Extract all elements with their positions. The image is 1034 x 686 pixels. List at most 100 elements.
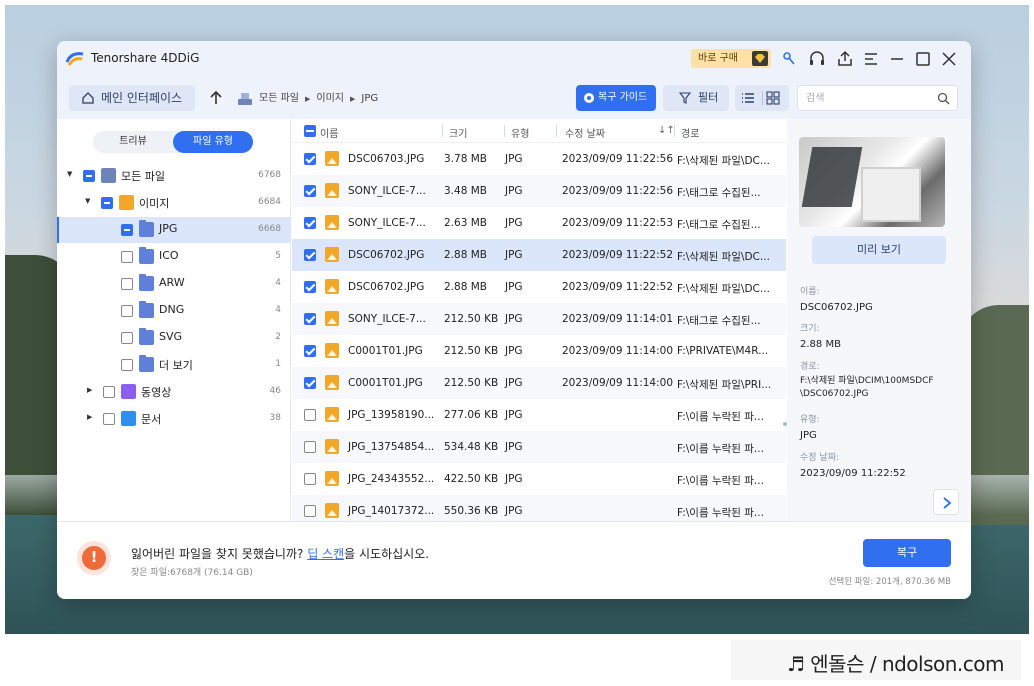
table-row[interactable]: SONY_ILCE-7... 3.48 MB JPG 2023/09/09 11:22… bbox=[292, 175, 786, 207]
buy-now-button[interactable]: 바로 구매 bbox=[691, 49, 771, 68]
table-row[interactable]: DSC06703.JPG 3.78 MB JPG 2023/09/09 11:22:5… bbox=[292, 143, 786, 175]
column-date[interactable]: 수정 날짜 bbox=[565, 125, 605, 140]
table-row[interactable]: SONY_ILCE-7... 212.50 KB JPG 2023/09/09 11:… bbox=[292, 303, 786, 335]
tree-item-label: JPG bbox=[159, 222, 178, 235]
checkbox[interactable] bbox=[121, 251, 133, 263]
row-checkbox[interactable] bbox=[304, 153, 316, 165]
file-path: F:\이름 누락된 파... bbox=[677, 475, 764, 487]
file-name: C0001T01.JPG bbox=[348, 377, 423, 389]
column-type[interactable]: 유형 bbox=[511, 125, 529, 140]
image-file-icon bbox=[325, 407, 339, 422]
next-button[interactable] bbox=[933, 489, 959, 515]
file-name: DSC06702.JPG bbox=[348, 249, 425, 261]
tree-item-documents[interactable]: ▶ 문서 38 bbox=[57, 406, 291, 432]
search-input[interactable] bbox=[806, 90, 926, 106]
column-path[interactable]: 경로 bbox=[681, 125, 699, 140]
message-prefix: 잃어버린 파일을 찾지 못했습니까? bbox=[131, 547, 308, 561]
grid-view-icon[interactable] bbox=[766, 91, 780, 105]
table-row[interactable]: JPG_14017372... 550.36 KB JPG F:\이름 누락된 파..… bbox=[292, 495, 786, 521]
file-size: 212.50 KB bbox=[444, 313, 499, 325]
search-icon[interactable] bbox=[937, 92, 950, 105]
row-checkbox[interactable] bbox=[304, 377, 316, 389]
minimize-icon[interactable] bbox=[887, 49, 907, 69]
checkbox[interactable] bbox=[121, 278, 133, 290]
recovery-guide-button[interactable]: 복구 가이드 bbox=[576, 85, 656, 111]
table-row[interactable]: JPG_13754854... 534.48 KB JPG F:\이름 누락된 파..… bbox=[292, 431, 786, 463]
checkbox[interactable] bbox=[121, 359, 133, 371]
row-checkbox[interactable] bbox=[304, 409, 316, 421]
headset-icon[interactable] bbox=[807, 49, 827, 69]
tree-item-svg[interactable]: SVG 2 bbox=[57, 325, 291, 351]
tree-item-dng[interactable]: DNG 4 bbox=[57, 298, 291, 324]
main-interface-button[interactable]: 메인 인터페이스 bbox=[69, 85, 195, 111]
expand-arrow-icon[interactable]: ▼ bbox=[67, 170, 72, 178]
image-file-icon bbox=[325, 439, 339, 454]
checkbox[interactable] bbox=[103, 413, 115, 425]
share-icon[interactable] bbox=[835, 49, 855, 69]
row-checkbox[interactable] bbox=[304, 281, 316, 293]
maximize-icon[interactable] bbox=[913, 49, 933, 69]
table-row[interactable]: DSC06702.JPG 2.88 MB JPG 2023/09/09 11:22:5… bbox=[292, 239, 786, 271]
filter-button[interactable]: 필터 bbox=[663, 85, 729, 111]
tree-item-arw[interactable]: ARW 4 bbox=[57, 271, 291, 297]
info-path: 경로: F:\삭제된 파일\DCIM\100MSDCF \DSC06702.JP… bbox=[800, 359, 934, 401]
column-name[interactable]: 이름 bbox=[320, 125, 338, 140]
tab-tree-view[interactable]: 트리뷰 bbox=[93, 131, 173, 153]
row-checkbox[interactable] bbox=[304, 345, 316, 357]
table-row[interactable]: C0001T01.JPG 212.50 KB JPG 2023/09/09 11:14… bbox=[292, 335, 786, 367]
deep-scan-link[interactable]: 딥 스캔 bbox=[307, 547, 344, 561]
folder-icon bbox=[139, 355, 154, 372]
checkbox[interactable] bbox=[103, 386, 115, 398]
tree-item-more[interactable]: 더 보기 1 bbox=[57, 352, 291, 378]
checkbox[interactable] bbox=[121, 332, 133, 344]
expand-arrow-icon[interactable]: ▶ bbox=[87, 386, 92, 394]
up-arrow-icon[interactable] bbox=[207, 88, 225, 108]
tree-item-video[interactable]: ▶ 동영상 46 bbox=[57, 379, 291, 405]
expand-arrow-icon[interactable]: ▶ bbox=[87, 413, 92, 421]
column-size[interactable]: 크기 bbox=[449, 125, 467, 140]
search-box bbox=[797, 85, 958, 111]
row-checkbox[interactable] bbox=[304, 473, 316, 485]
row-checkbox[interactable] bbox=[304, 249, 316, 261]
row-checkbox[interactable] bbox=[304, 505, 316, 517]
table-row[interactable]: JPG_13958190... 277.06 KB JPG F:\이름 누락된 파..… bbox=[292, 399, 786, 431]
tab-file-type[interactable]: 파일 유형 bbox=[173, 131, 253, 153]
tree-item-count: 6684 bbox=[258, 197, 281, 207]
tree-item-jpg[interactable]: JPG 6668 bbox=[57, 217, 291, 243]
file-name: JPG_13754854... bbox=[348, 441, 435, 453]
tree-item-ico[interactable]: ICO 5 bbox=[57, 244, 291, 270]
checkbox[interactable] bbox=[121, 305, 133, 317]
filter-label: 필터 bbox=[698, 91, 719, 104]
preview-button[interactable]: 미리 보기 bbox=[812, 236, 946, 264]
checkbox[interactable] bbox=[121, 224, 133, 236]
tree-item-images[interactable]: ▼ 이미지 6684 bbox=[57, 190, 291, 216]
row-checkbox[interactable] bbox=[304, 185, 316, 197]
breadcrumb-item[interactable]: JPG bbox=[361, 89, 378, 109]
sort-icon[interactable]: ↓↑ bbox=[658, 125, 675, 136]
breadcrumb-item[interactable]: 이미지 bbox=[316, 89, 344, 109]
info-date: 수정 날짜: 2023/09/09 11:22:52 bbox=[800, 450, 906, 481]
checkbox[interactable] bbox=[83, 170, 95, 182]
menu-icon[interactable] bbox=[861, 49, 881, 69]
select-all-checkbox[interactable] bbox=[304, 125, 316, 137]
row-checkbox[interactable] bbox=[304, 313, 316, 325]
recover-button[interactable]: 복구 bbox=[863, 539, 951, 567]
checkbox[interactable] bbox=[101, 197, 113, 209]
guide-icon bbox=[584, 93, 594, 103]
table-row[interactable]: DSC06702.JPG 2.88 MB JPG 2023/09/09 11:22:5… bbox=[292, 271, 786, 303]
file-path: F:\태그로 수집된... bbox=[677, 187, 761, 199]
tree-item-all-files[interactable]: ▼ 모든 파일 6768 bbox=[57, 163, 291, 189]
row-checkbox[interactable] bbox=[304, 217, 316, 229]
row-checkbox[interactable] bbox=[304, 441, 316, 453]
file-date: 2023/09/09 11:22:53 bbox=[562, 217, 674, 229]
table-row[interactable]: SONY_ILCE-7... 2.63 MB JPG 2023/09/09 11:22… bbox=[292, 207, 786, 239]
expand-arrow-icon[interactable]: ▼ bbox=[85, 197, 90, 205]
breadcrumb-item[interactable]: 모든 파일 bbox=[259, 89, 299, 109]
file-path: F:\이름 누락된 파... bbox=[677, 443, 764, 455]
list-view-icon[interactable] bbox=[741, 91, 755, 105]
table-row[interactable]: C0001T01.JPG 212.50 KB JPG 2023/09/09 11:14… bbox=[292, 367, 786, 399]
close-icon[interactable] bbox=[939, 49, 959, 69]
key-icon[interactable] bbox=[779, 49, 799, 69]
table-row[interactable]: JPG_24343552... 422.50 KB JPG F:\이름 누락된 파..… bbox=[292, 463, 786, 495]
image-file-icon bbox=[325, 311, 339, 326]
